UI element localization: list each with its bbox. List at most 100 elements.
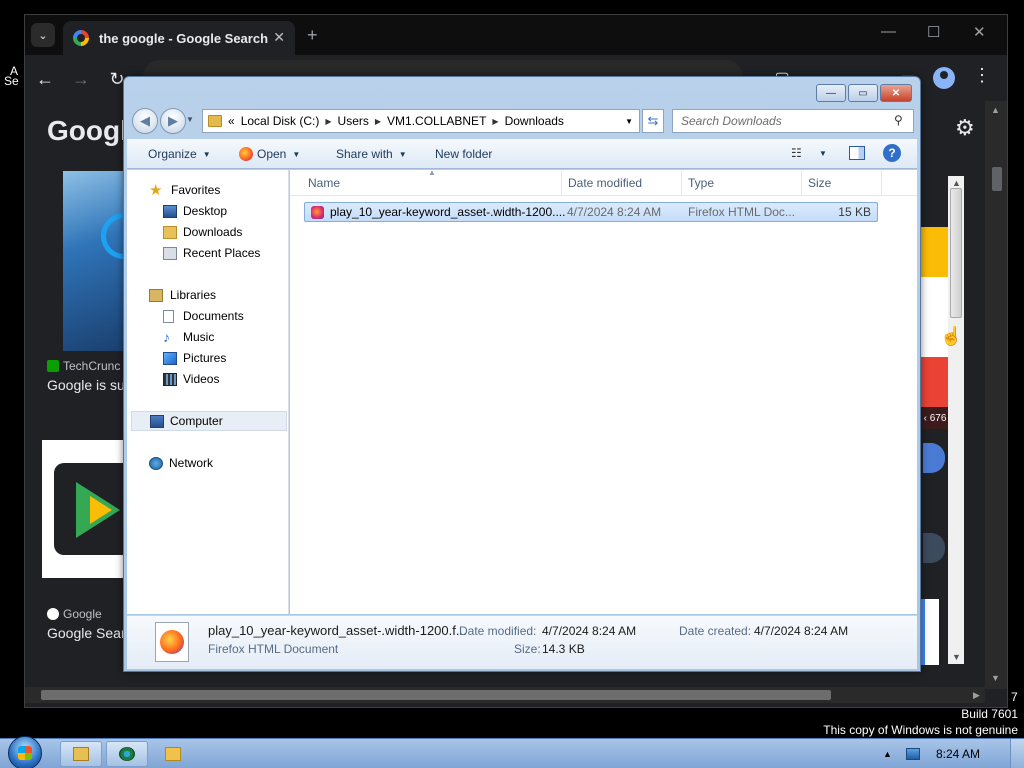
taskbar-chrome-button[interactable] — [106, 741, 148, 767]
address-dropdown-icon[interactable]: ▼ — [625, 117, 633, 126]
google-logo[interactable]: Googl — [47, 115, 128, 147]
star-icon: ★ — [149, 181, 163, 199]
side-card-bottom[interactable] — [921, 599, 939, 665]
taskbar-clock[interactable]: 8:24 AM — [936, 747, 980, 761]
search-icon[interactable]: ⚲ — [894, 113, 903, 127]
nav-label: Computer — [170, 414, 223, 428]
network-status-icon[interactable] — [905, 748, 920, 760]
forward-button[interactable]: → — [67, 65, 95, 93]
breadcrumb-users[interactable]: Users — [338, 114, 369, 128]
settings-gear-icon[interactable]: ⚙ — [955, 115, 975, 141]
new-folder-button[interactable]: New folder — [435, 147, 492, 161]
share-with-button[interactable]: Share with ▼ — [336, 147, 407, 161]
nav-label: Favorites — [171, 183, 221, 197]
details-date-modified-label: Date modified: — [459, 624, 537, 638]
tab-close-icon[interactable]: ✕ — [273, 29, 285, 46]
chrome-icon — [119, 747, 135, 761]
taskbar-media-player-button[interactable] — [152, 741, 194, 767]
chrome-minimize-button[interactable]: — — [881, 23, 896, 40]
chrome-menu-icon[interactable]: ⋮ — [973, 65, 991, 86]
column-header-date-modified[interactable]: Date modified — [562, 170, 682, 196]
chevron-down-icon: ▼ — [398, 149, 407, 159]
column-header-type[interactable]: Type — [682, 170, 802, 196]
videos-icon — [163, 372, 177, 386]
file-row-selected[interactable]: play_10_year-keyword_asset-.width-1200..… — [304, 202, 878, 222]
firefox-document-icon — [155, 622, 189, 662]
refresh-icon[interactable]: ⇆ — [642, 109, 664, 133]
recent-pages-dropdown-icon[interactable]: ▼ — [186, 115, 194, 124]
scroll-thumb[interactable] — [992, 167, 1002, 191]
firefox-logo — [160, 630, 184, 654]
chrome-horizontal-scrollbar[interactable]: ▶ — [25, 687, 985, 703]
breadcrumb-downloads[interactable]: Downloads — [505, 114, 564, 128]
side-card-count: ‹ 676 — [921, 407, 949, 429]
explorer-close-button[interactable]: ✕ — [880, 84, 912, 102]
explorer-window: — ▭ ✕ ◀ ▶ ▼ « Local Disk (C:) ▶ Users ▶ … — [123, 76, 921, 672]
forward-arrow-icon[interactable]: ▶ — [160, 108, 186, 134]
scroll-right-icon[interactable]: ▶ — [973, 690, 980, 701]
recent-places-icon — [163, 246, 177, 260]
start-button-icon[interactable] — [8, 736, 42, 768]
organize-button[interactable]: Organize ▼ — [148, 147, 211, 161]
news-card-title[interactable]: Google Sear — [47, 625, 126, 641]
taskbar: ▲ 8:24 AM — [0, 736, 1024, 768]
breadcrumb-separator-icon[interactable]: ▶ — [375, 117, 381, 126]
scroll-thumb[interactable] — [950, 188, 962, 318]
nav-item-libraries[interactable]: Libraries — [149, 285, 309, 305]
details-date-modified: 4/7/2024 8:24 AM — [542, 624, 637, 638]
show-hidden-icons-icon[interactable]: ▲ — [883, 749, 892, 759]
nav-label: Libraries — [170, 288, 217, 302]
address-bar[interactable]: « Local Disk (C:) ▶ Users ▶ VM1.COLLABNE… — [202, 109, 640, 133]
profile-avatar-icon[interactable] — [933, 67, 955, 89]
nav-label: Pictures — [183, 351, 227, 365]
file-date-modified: 4/7/2024 8:24 AM — [567, 205, 662, 219]
nav-item-computer[interactable]: Computer — [131, 411, 287, 431]
help-icon[interactable]: ? — [883, 144, 901, 162]
desktop-text-fragment: 7 — [1011, 690, 1018, 704]
scroll-down-icon[interactable]: ▼ — [991, 673, 1000, 683]
scroll-up-icon[interactable]: ▲ — [991, 105, 1000, 115]
sort-ascending-icon: ▲ — [428, 168, 436, 177]
search-input[interactable]: Search Downloads — [672, 109, 914, 133]
nav-label: Recent Places — [183, 246, 261, 260]
news-card-title[interactable]: Google is su — [47, 377, 125, 393]
view-options-dropdown-icon[interactable]: ▼ — [819, 149, 827, 158]
tab-search-button[interactable]: ⌄ — [31, 23, 55, 47]
news-card-source-label: TechCrunc — [63, 359, 121, 373]
side-circle-button[interactable] — [923, 533, 945, 563]
breadcrumb-local-disk[interactable]: Local Disk (C:) — [241, 114, 320, 128]
preview-pane-icon[interactable] — [849, 146, 865, 160]
organize-label: Organize — [148, 147, 197, 161]
open-button[interactable]: Open ▼ — [239, 147, 300, 161]
taskbar-explorer-button[interactable] — [60, 741, 102, 767]
new-tab-button[interactable]: + — [307, 25, 318, 46]
column-header-size[interactable]: Size — [802, 170, 882, 196]
scroll-thumb[interactable] — [41, 690, 831, 700]
chrome-tab-google-search[interactable]: the google - Google Search ✕ — [63, 21, 295, 55]
breadcrumb-separator-icon[interactable]: ▶ — [325, 117, 331, 126]
page-vertical-scrollbar[interactable]: ▲ ▼ — [948, 176, 964, 664]
change-view-icon[interactable]: ☷ — [791, 146, 802, 160]
back-arrow-icon[interactable]: ◀ — [132, 108, 158, 134]
show-desktop-button[interactable] — [1010, 739, 1024, 768]
downloads-folder-icon — [163, 225, 177, 239]
scroll-up-icon[interactable]: ▲ — [952, 178, 961, 188]
command-bar: Organize ▼ Open ▼ Share with ▼ New folder ☷… — [127, 139, 917, 169]
details-size: 14.3 KB — [542, 642, 585, 656]
scroll-down-icon[interactable]: ▼ — [952, 652, 961, 662]
chrome-maximize-button[interactable]: ☐ — [927, 23, 940, 41]
chrome-close-button[interactable]: ✕ — [973, 23, 986, 41]
breadcrumb-overflow[interactable]: « — [228, 114, 235, 128]
breadcrumb-separator-icon[interactable]: ▶ — [492, 117, 498, 126]
nav-item-network[interactable]: Network — [149, 453, 309, 473]
nav-item-favorites[interactable]: ★ Favorites — [149, 180, 309, 200]
firefox-html-file-icon — [311, 205, 324, 219]
back-button[interactable]: ← — [31, 65, 59, 93]
explorer-maximize-button[interactable]: ▭ — [848, 84, 878, 102]
breadcrumb-vm1-collabnet[interactable]: VM1.COLLABNET — [387, 114, 486, 128]
side-circle-button[interactable] — [923, 443, 945, 473]
chrome-vertical-scrollbar[interactable]: ▲ ▼ — [985, 101, 1007, 689]
google-play-card-image[interactable] — [42, 440, 124, 578]
firefox-icon — [239, 147, 253, 161]
explorer-minimize-button[interactable]: — — [816, 84, 846, 102]
